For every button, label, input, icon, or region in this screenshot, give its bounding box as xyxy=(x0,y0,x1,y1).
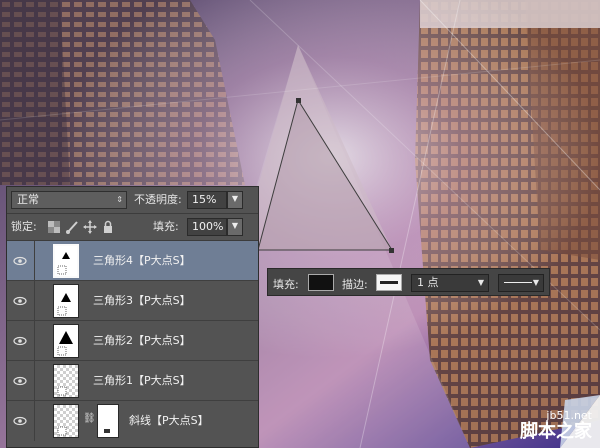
stroke-type-select[interactable]: ▼ xyxy=(498,274,544,292)
triangle-shape-icon xyxy=(57,386,67,396)
opacity-value: 15% xyxy=(192,193,217,206)
stroke-width-select[interactable]: 1 点 ▼ xyxy=(411,274,489,292)
fill-dropdown-button[interactable]: ▼ xyxy=(227,218,243,236)
layer-thumbnail xyxy=(53,284,79,318)
layer-name: 三角形3【P大点S】 xyxy=(93,294,191,307)
visibility-column xyxy=(7,241,35,280)
blend-opacity-row: 正常 ⇕ 不透明度: 15% ▼ xyxy=(7,187,258,214)
layer-thumbnail xyxy=(53,404,79,438)
layer-mask-thumbnail[interactable] xyxy=(97,404,119,438)
mask-icon xyxy=(104,429,110,433)
layer-thumbnail xyxy=(53,244,79,278)
eye-icon[interactable] xyxy=(13,254,27,268)
watermark: jb51.net 脚本之家 xyxy=(520,409,592,442)
visibility-column xyxy=(7,361,35,400)
shape-layer-icon xyxy=(57,426,67,436)
eye-icon[interactable] xyxy=(13,414,27,428)
move-icon[interactable] xyxy=(83,220,97,234)
stroke-preview-icon xyxy=(380,281,398,284)
opacity-field[interactable]: 15% xyxy=(187,191,227,209)
layer-name: 三角形2【P大点S】 xyxy=(93,334,191,347)
visibility-column xyxy=(7,401,35,441)
triangle-shape-icon xyxy=(57,331,73,356)
lock-icon[interactable] xyxy=(101,220,115,234)
blend-mode-value: 正常 xyxy=(17,193,39,206)
stroke-color-swatch[interactable] xyxy=(376,274,402,291)
layer-name: 三角形1【P大点S】 xyxy=(93,374,191,387)
chevron-down-icon: ▼ xyxy=(532,278,539,287)
blend-mode-select[interactable]: 正常 ⇕ xyxy=(11,191,127,209)
layer-row-triangle1[interactable]: 三角形1【P大点S】 xyxy=(7,361,258,401)
layer-row-triangle4[interactable]: 三角形4【P大点S】 xyxy=(7,241,258,281)
eye-icon[interactable] xyxy=(13,374,27,388)
fill-value: 100% xyxy=(192,220,224,233)
layer-thumbnail xyxy=(53,364,79,398)
chevron-down-icon: ▼ xyxy=(231,194,239,203)
triangle-shape-icon xyxy=(57,252,70,275)
opacity-dropdown-button[interactable]: ▼ xyxy=(227,191,243,209)
stroke-label: 描边: xyxy=(342,278,368,291)
fill-label: 填充: xyxy=(153,220,179,233)
fill-color-swatch[interactable] xyxy=(308,274,334,291)
brush-icon[interactable] xyxy=(65,220,79,234)
layer-thumbnail xyxy=(53,324,79,358)
opacity-label: 不透明度: xyxy=(134,193,182,206)
visibility-column xyxy=(7,321,35,360)
link-icon[interactable]: ⛓ xyxy=(83,413,96,424)
chevron-down-icon: ▼ xyxy=(477,278,484,287)
fill-label: 填充: xyxy=(273,278,299,291)
layer-name: 斜线【P大点S】 xyxy=(129,414,209,427)
layer-row-slash[interactable]: ⛓ 斜线【P大点S】 xyxy=(7,401,258,441)
layer-row-triangle2[interactable]: 三角形2【P大点S】 xyxy=(7,321,258,361)
fill-field[interactable]: 100% xyxy=(187,218,227,236)
chevron-down-icon: ▼ xyxy=(231,221,239,230)
layer-name: 三角形4【P大点S】 xyxy=(93,254,191,267)
lock-label: 锁定: xyxy=(11,220,37,233)
layer-row-triangle3[interactable]: 三角形3【P大点S】 xyxy=(7,281,258,321)
stroke-width-value: 1 点 xyxy=(417,276,439,289)
shape-options-bar: 填充: 描边: 1 点 ▼ ▼ xyxy=(267,268,550,296)
triangle-shape-icon xyxy=(57,293,71,316)
watermark-brand: 脚本之家 xyxy=(520,421,592,442)
layers-panel: 正常 ⇕ 不透明度: 15% ▼ 锁定: 填充: 100% ▼ 三角形4【P大点… xyxy=(6,186,259,448)
updown-arrows-icon: ⇕ xyxy=(116,195,123,204)
lock-fill-row: 锁定: 填充: 100% ▼ xyxy=(7,214,258,241)
solid-line-icon xyxy=(504,282,532,283)
visibility-column xyxy=(7,281,35,320)
eye-icon[interactable] xyxy=(13,334,27,348)
eye-icon[interactable] xyxy=(13,294,27,308)
lock-transparent-pixels-icon[interactable] xyxy=(47,220,61,234)
